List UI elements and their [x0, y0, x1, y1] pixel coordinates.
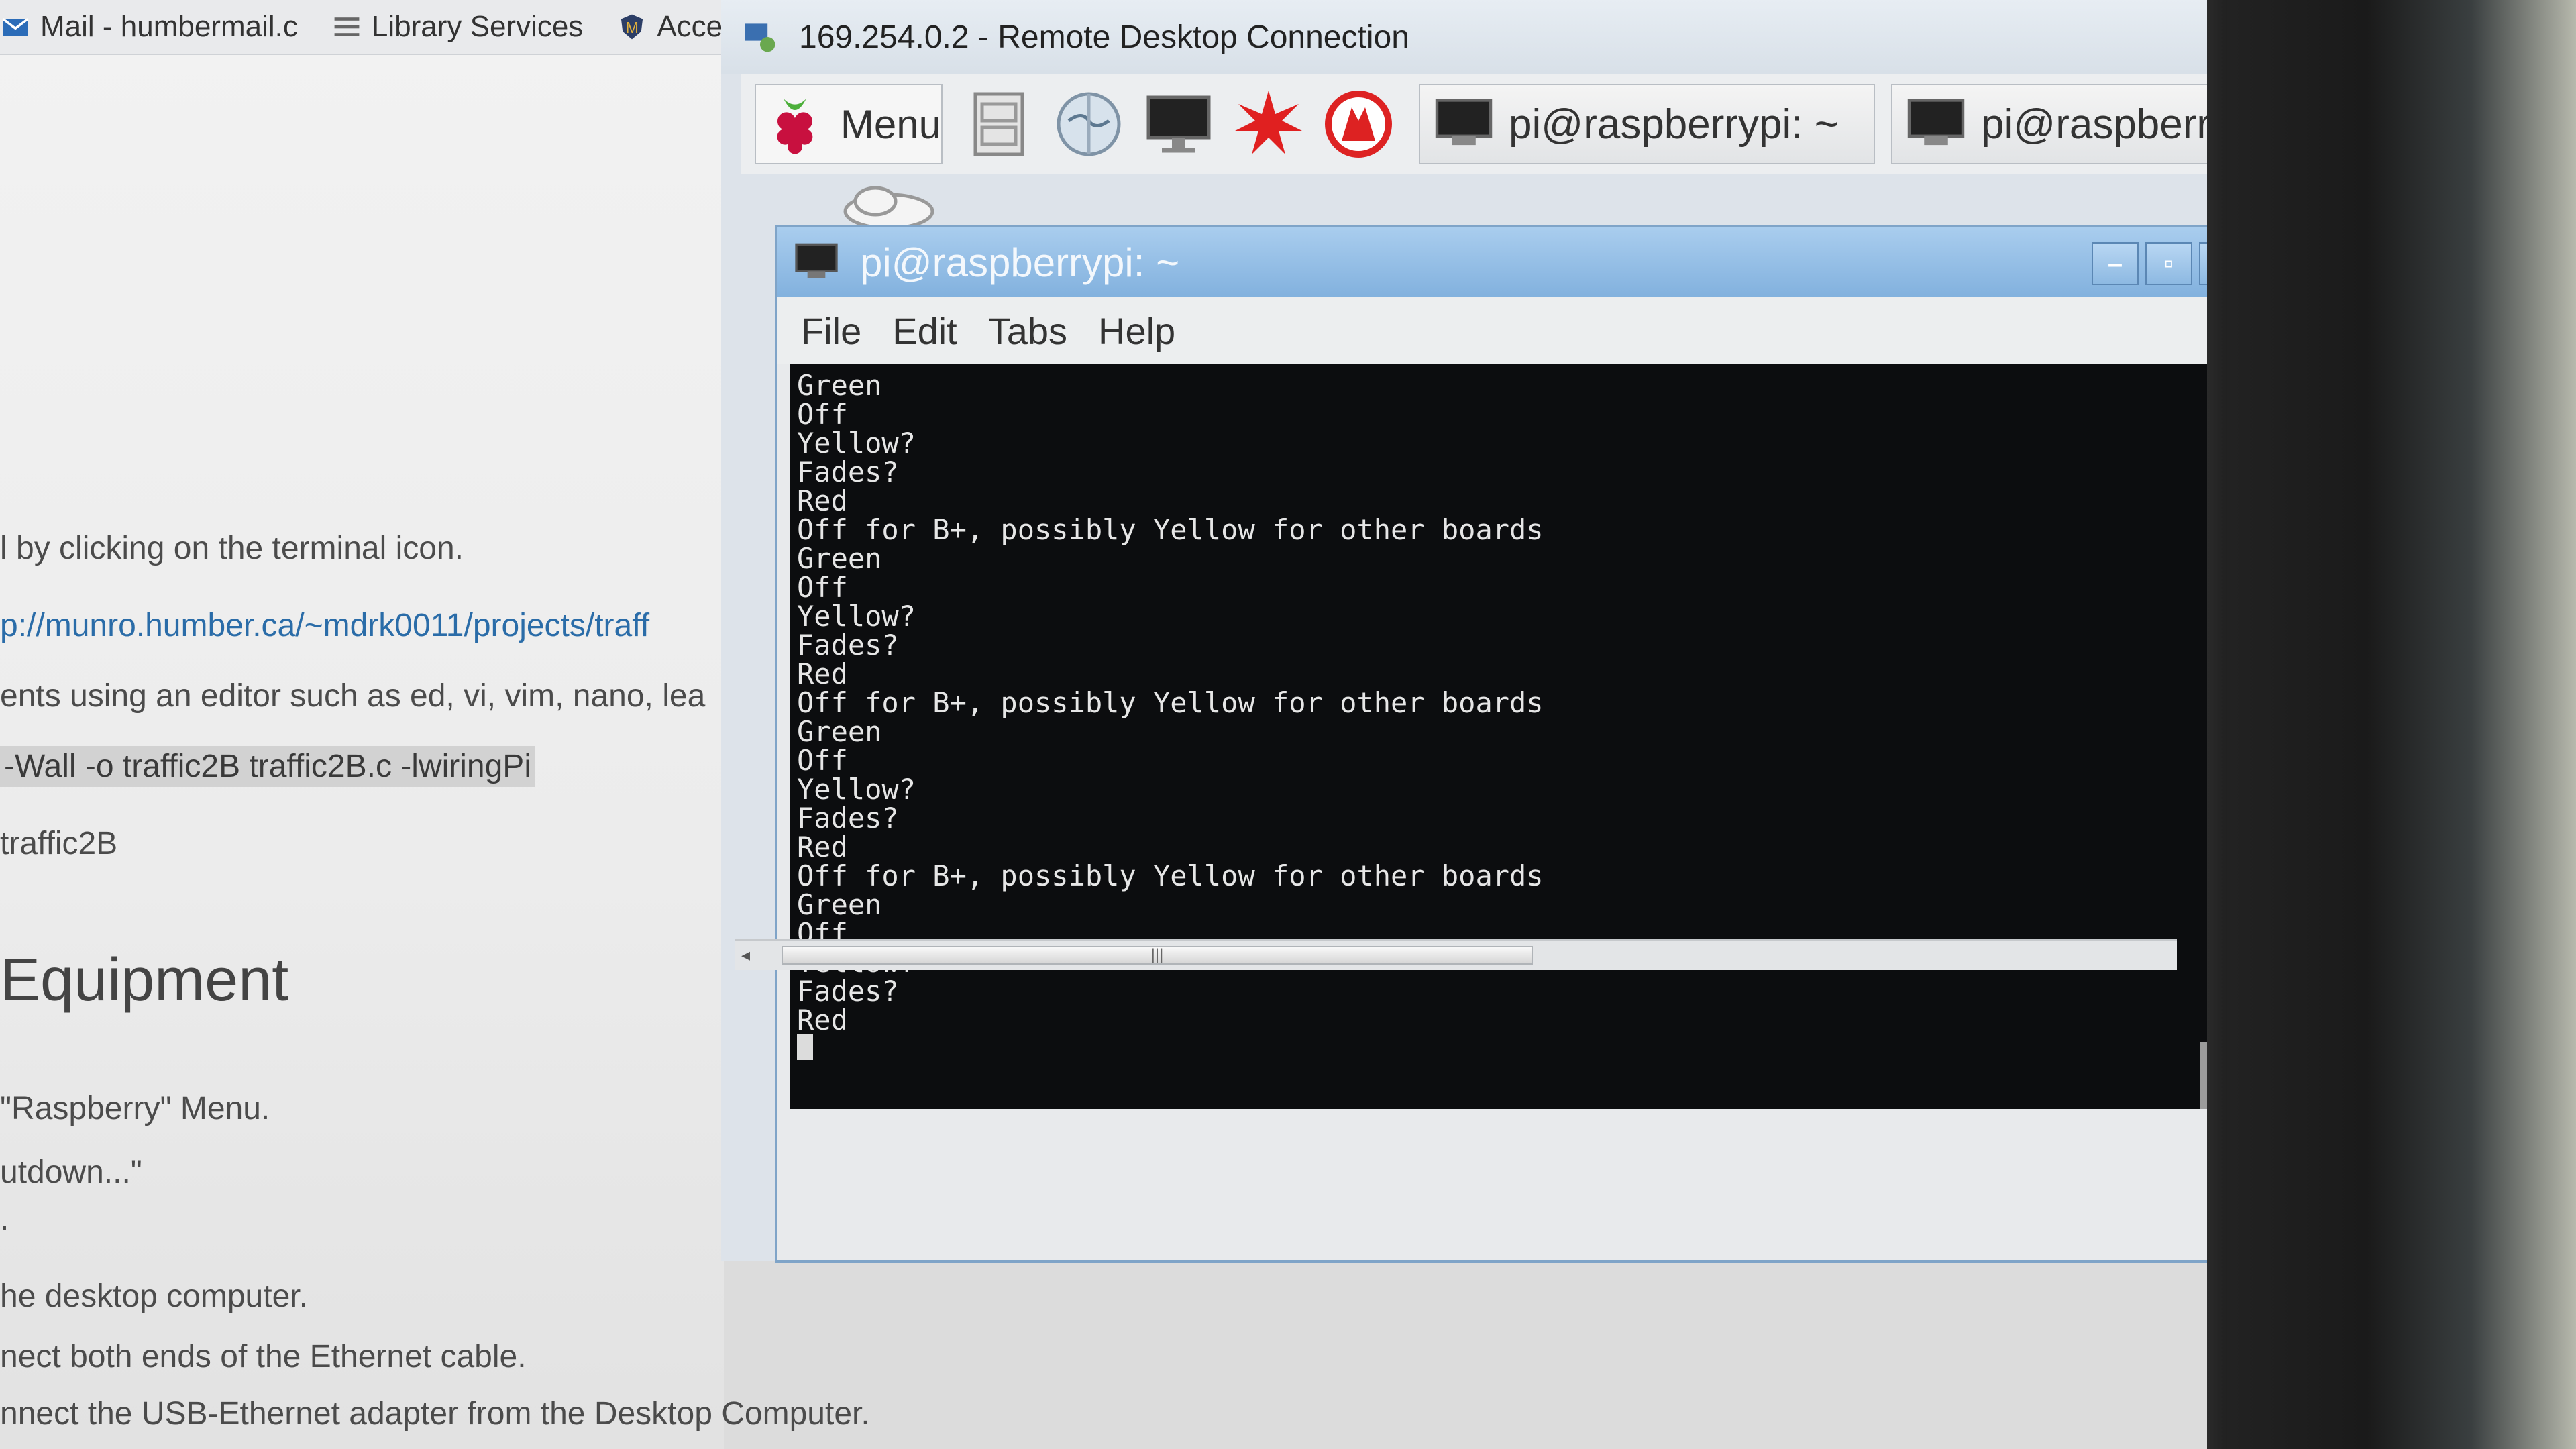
- globe-icon: [1057, 92, 1121, 156]
- maximize-button[interactable]: ▫: [2145, 242, 2192, 285]
- taskbar-label: pi@raspberrypi: ~: [1509, 101, 1839, 148]
- terminal-line: Red: [797, 830, 848, 863]
- terminal-line: Yellow?: [797, 773, 916, 806]
- remote-desktop-icon: [745, 23, 775, 52]
- terminal-line: Fades?: [797, 802, 899, 835]
- terminal-line: Off: [797, 744, 848, 777]
- horizontal-scrollbar[interactable]: ◂ |||: [735, 939, 2177, 970]
- doc-text: he desktop computer.: [0, 1279, 308, 1314]
- monitor-icon: [795, 243, 838, 278]
- menu-label: Menu: [840, 101, 941, 147]
- remote-desktop-window: 169.254.0.2 - Remote Desktop Connection …: [721, 0, 2434, 1263]
- doc-text: ents using an editor such as ed, vi, vim…: [0, 678, 706, 714]
- starburst-icon: [1235, 91, 1302, 154]
- bookmark-mail[interactable]: Mail - humbermail.c: [0, 10, 298, 44]
- terminal-line: Fades?: [797, 629, 899, 661]
- doc-text: utdown...": [0, 1155, 142, 1190]
- terminal-titlebar[interactable]: pi@raspberrypi: ~ – ▫ ×: [777, 227, 2259, 297]
- scroll-left-icon[interactable]: ◂: [741, 945, 750, 965]
- mail-icon: [2, 18, 29, 36]
- terminal-line: Red: [797, 657, 848, 690]
- terminal-window: pi@raspberrypi: ~ – ▫ × File Edit Tabs H…: [775, 225, 2261, 1263]
- minimize-button[interactable]: –: [2092, 242, 2139, 285]
- terminal-line: Green: [797, 542, 882, 575]
- doc-text: l by clicking on the terminal icon.: [0, 531, 464, 566]
- scrollbar-thumb[interactable]: |||: [782, 946, 1533, 965]
- terminal-output[interactable]: Green Off Yellow? Fades? Red Off for B+,…: [790, 364, 2219, 1109]
- terminal-line: Red: [797, 1004, 848, 1036]
- terminal-line: Green: [797, 715, 882, 748]
- doc-text: traffic2B: [0, 826, 118, 861]
- terminal-line: Yellow?: [797, 427, 916, 460]
- library-icon: [334, 17, 360, 36]
- terminal-cursor-line: [797, 1034, 2219, 1065]
- rdp-title: 169.254.0.2 - Remote Desktop Connection: [799, 19, 1409, 55]
- terminal-line: Off for B+, possibly Yellow for other bo…: [797, 686, 1544, 719]
- doc-link[interactable]: p://munro.humber.ca/~mdrk0011/projects/t…: [0, 607, 649, 644]
- terminal-line: Yellow?: [797, 600, 916, 633]
- terminal-line: Off for B+, possibly Yellow for other bo…: [797, 859, 1544, 892]
- terminal-line: Off: [797, 398, 848, 431]
- doc-text: "Raspberry" Menu.: [0, 1091, 270, 1126]
- monitor-icon: [1146, 95, 1211, 153]
- terminal-line: Fades?: [797, 455, 899, 488]
- doc-text: .: [0, 1201, 9, 1237]
- shield-icon: M: [621, 14, 643, 40]
- bookmark-label: Library Services: [371, 10, 584, 43]
- svg-text:M: M: [626, 19, 639, 36]
- desktop-shortcut-icon[interactable]: [842, 181, 936, 228]
- terminal-line: Off for B+, possibly Yellow for other bo…: [797, 513, 1544, 546]
- bookmark-library-services[interactable]: Library Services: [331, 10, 583, 44]
- wolf-icon: [1325, 91, 1392, 158]
- rdp-titlebar[interactable]: 169.254.0.2 - Remote Desktop Connection …: [721, 0, 2434, 74]
- browser-page: Mail - humbermail.c Library Services M A…: [0, 0, 870, 1449]
- file-manager-button[interactable]: [965, 91, 1032, 158]
- terminal-line: Red: [797, 484, 848, 517]
- taskbar-item-terminal-1[interactable]: pi@raspberrypi: ~: [1419, 84, 1875, 164]
- text-cursor: [797, 1034, 813, 1060]
- monitor-icon: [1907, 99, 1965, 146]
- menu-tabs[interactable]: Tabs: [988, 309, 1067, 353]
- lxde-panel: Menu pi@raspberrypi: ~ pi@raspberrypi: ~: [741, 74, 2385, 174]
- menu-help[interactable]: Help: [1098, 309, 1175, 353]
- menu-file[interactable]: File: [801, 309, 861, 353]
- doc-code: -Wall -o traffic2B traffic2B.c -lwiringP…: [0, 746, 535, 787]
- terminal-line: Green: [797, 369, 882, 402]
- terminal-title: pi@raspberrypi: ~: [860, 239, 1180, 285]
- file-cabinet-icon: [973, 92, 1024, 156]
- menu-edit[interactable]: Edit: [892, 309, 957, 353]
- terminal-launcher-button[interactable]: [1145, 91, 1212, 158]
- mathematica-button[interactable]: [1235, 91, 1302, 158]
- terminal-line: Off: [797, 571, 848, 604]
- doc-text: nect both ends of the Ethernet cable.: [0, 1339, 527, 1375]
- bookmark-label: Mail - humbermail.c: [40, 10, 298, 43]
- monitor-icon: [1435, 99, 1493, 146]
- doc-text: nnect the USB-Ethernet adapter from the …: [0, 1396, 870, 1432]
- terminal-menubar: File Edit Tabs Help: [777, 297, 2259, 364]
- section-heading: Equipment: [0, 947, 289, 1014]
- terminal-line: Fades?: [797, 975, 899, 1008]
- raspberry-icon: [777, 99, 813, 154]
- wolfram-button[interactable]: [1325, 91, 1392, 158]
- terminal-line: Green: [797, 888, 882, 921]
- menu-button[interactable]: Menu: [755, 84, 943, 164]
- monitor-bezel: [2227, 0, 2576, 1449]
- bookmarks-bar: Mail - humbermail.c Library Services M A…: [0, 0, 780, 55]
- browser-button[interactable]: [1055, 91, 1122, 158]
